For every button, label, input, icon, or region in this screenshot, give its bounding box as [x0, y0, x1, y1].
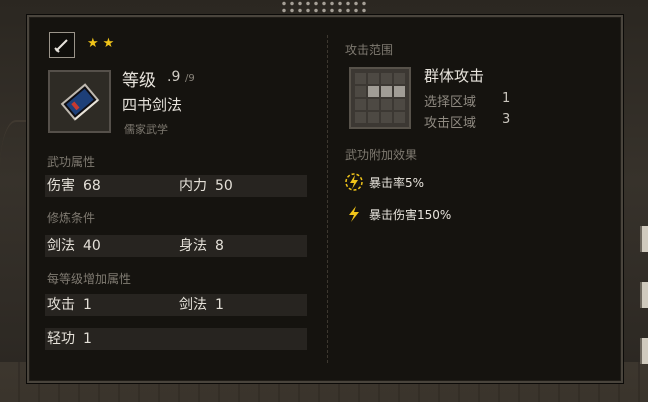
range-cell-active [381, 86, 392, 97]
requirements-title: 修炼条件 [47, 211, 96, 225]
range-cell [381, 112, 392, 123]
effect-crit-rate: 暴击率5% [345, 172, 424, 192]
range-cell [394, 99, 405, 110]
damage-stat: 伤害 68 [47, 178, 101, 194]
sword-gain-stat: 剑法 1 [179, 297, 224, 313]
level-value: .9 [167, 69, 181, 85]
per-level-title: 每等级增加属性 [47, 272, 132, 286]
side-tab-button[interactable] [640, 338, 648, 364]
star-icon: ★ [87, 36, 99, 51]
range-cell [381, 99, 392, 110]
range-cell [394, 112, 405, 123]
attack-area-info: 攻击区域 3 [424, 112, 511, 131]
attributes-title: 武功属性 [47, 155, 96, 169]
skill-book-icon [48, 70, 111, 133]
effects-title: 武功附加效果 [345, 148, 418, 162]
range-cell-active [394, 86, 405, 97]
range-cell [355, 86, 366, 97]
star-icon: ★ [102, 36, 115, 51]
range-cell [368, 112, 379, 123]
stat-row: 伤害 68 内力 50 [45, 175, 307, 197]
skill-name: 四书剑法 [122, 96, 183, 114]
lightning-circle-icon [345, 173, 363, 191]
range-cell [368, 73, 379, 84]
internal-power-stat: 内力 50 [179, 178, 233, 194]
attack-gain-stat: 攻击 1 [47, 297, 92, 313]
sword-icon [49, 32, 75, 58]
range-cell-active [368, 86, 379, 97]
range-title: 攻击范围 [345, 43, 394, 57]
stat-row: 攻击 1 剑法 1 [45, 294, 307, 316]
range-cell [355, 73, 366, 84]
range-cell [355, 112, 366, 123]
stat-row: 轻功 1 [45, 328, 307, 350]
range-cell [381, 73, 392, 84]
range-cell [394, 73, 405, 84]
stat-row: 剑法 40 身法 8 [45, 235, 307, 257]
sword-requirement-stat: 剑法 40 [47, 238, 101, 254]
skill-rarity-stars: ★ ★ [87, 37, 114, 51]
effect-crit-damage: 暴击伤害150% [345, 204, 451, 224]
lightning-icon [349, 206, 359, 222]
range-name: 群体攻击 [424, 67, 485, 85]
column-divider [327, 35, 328, 363]
attack-range-grid [349, 67, 411, 129]
select-area-info: 选择区域 1 [424, 91, 511, 110]
level-max: /9 [185, 73, 195, 84]
range-cell [368, 99, 379, 110]
skill-school: 儒家武学 [124, 123, 168, 136]
level-label: 等级 [122, 71, 156, 91]
side-tab-button[interactable] [640, 282, 648, 308]
body-requirement-stat: 身法 8 [179, 238, 224, 254]
lightness-gain-stat: 轻功 1 [47, 331, 92, 347]
skill-tooltip-panel: ★ ★ 等级 .9 /9 四书剑法 儒家武学 武功属性 伤害 68 内力 50 修炼… [27, 15, 623, 383]
range-cell [355, 99, 366, 110]
side-tab-button[interactable] [640, 226, 648, 252]
